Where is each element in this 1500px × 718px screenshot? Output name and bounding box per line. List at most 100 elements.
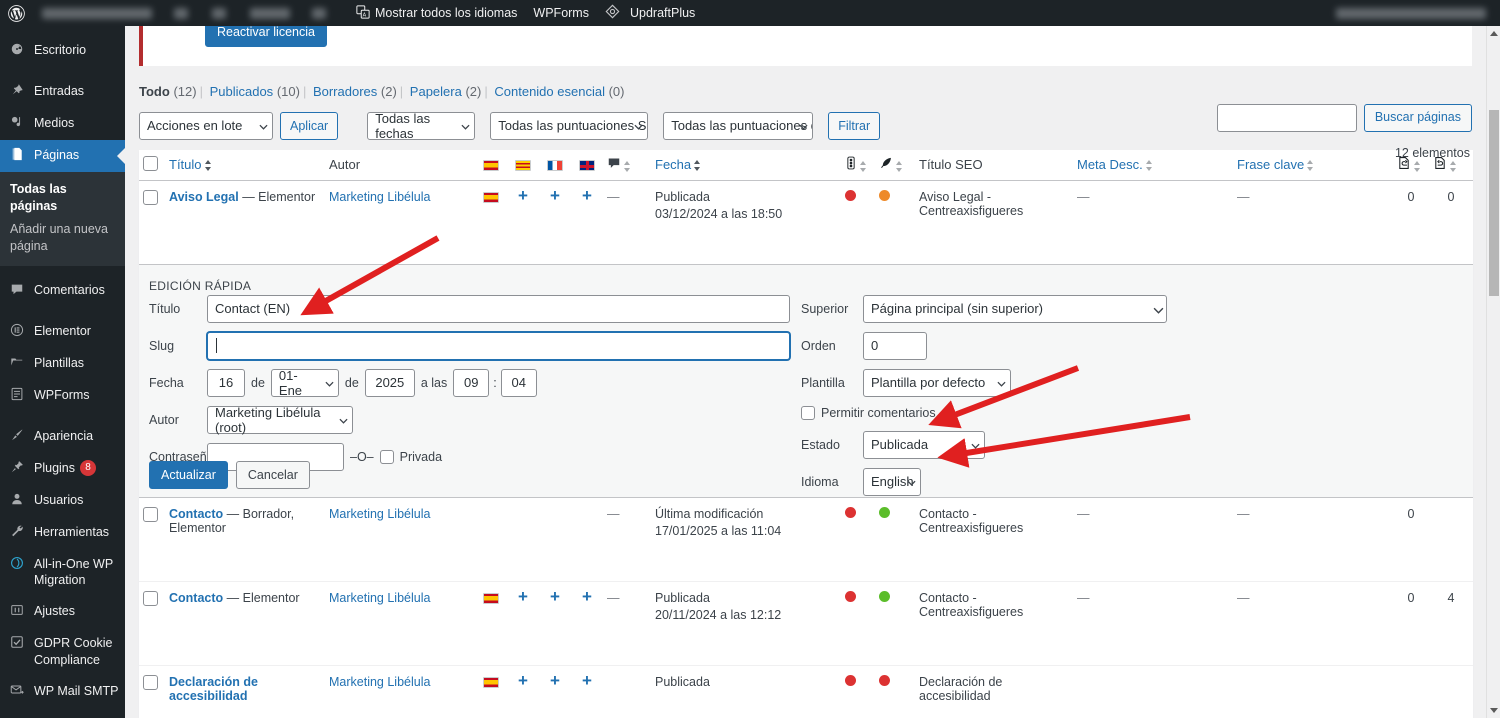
row-title-link[interactable]: Contacto bbox=[169, 591, 223, 605]
admin-bar-item-updraftplus[interactable]: UpdraftPlus bbox=[597, 0, 703, 26]
sidebar-item-plantillas[interactable]: Plantillas bbox=[0, 348, 125, 380]
row-lang-es-cell[interactable] bbox=[475, 180, 507, 264]
quick-edit-author-select[interactable]: Marketing Libélula (root) bbox=[207, 406, 353, 434]
row-title-cell[interactable]: Declaración de accesibilidad bbox=[165, 665, 325, 718]
row-author-link[interactable]: Marketing Libélula bbox=[329, 675, 430, 689]
sidebar-item-paginas[interactable]: Páginas bbox=[0, 140, 125, 172]
col-date-label[interactable]: Fecha bbox=[655, 157, 691, 172]
row-select-checkbox[interactable] bbox=[143, 190, 158, 205]
scroll-up-arrow-icon[interactable] bbox=[1490, 31, 1498, 36]
row-lang-fr-cell[interactable]: + bbox=[539, 180, 571, 264]
row-title-link[interactable]: Contacto bbox=[169, 507, 223, 521]
row-lang-ca-cell[interactable]: + bbox=[507, 180, 539, 264]
sort-arrows-icon[interactable] bbox=[623, 161, 631, 172]
sort-arrows-icon[interactable] bbox=[1449, 161, 1457, 172]
quick-edit-order-input[interactable] bbox=[863, 332, 927, 360]
quick-edit-language-select-wrap[interactable]: English bbox=[863, 468, 921, 496]
view-papelera-label[interactable]: Papelera bbox=[410, 84, 462, 99]
sidebar-item-usuarios[interactable]: Usuarios bbox=[0, 485, 125, 517]
row-author-cell[interactable]: Marketing Libélula bbox=[325, 180, 475, 264]
sidebar-item-medios[interactable]: Medios bbox=[0, 108, 125, 140]
search-input[interactable] bbox=[1217, 104, 1357, 132]
quick-edit-status-select[interactable]: Publicada bbox=[863, 431, 985, 459]
sidebar-item-wp-mail-smtp[interactable]: WP Mail SMTP bbox=[0, 676, 125, 708]
quick-edit-month-select[interactable]: 01-Ene bbox=[271, 369, 339, 397]
quick-edit-language-select[interactable]: English bbox=[863, 468, 921, 496]
row-title-link[interactable]: Declaración de accesibilidad bbox=[169, 675, 258, 703]
view-todo-label[interactable]: Todo bbox=[139, 84, 170, 99]
col-keyphrase-label[interactable]: Frase clave bbox=[1237, 157, 1304, 172]
sidebar-item-gdpr-cookie-compliance[interactable]: GDPR Cookie Compliance bbox=[0, 628, 125, 676]
readability-filter-wrap[interactable]: Todas las puntuaciones de bbox=[663, 112, 813, 140]
quick-edit-allow-comments-checkbox[interactable] bbox=[801, 406, 815, 420]
row-lang-fr-cell[interactable]: + bbox=[539, 665, 571, 718]
row-checkbox-cell[interactable] bbox=[139, 497, 165, 581]
sidebar-item-wpforms[interactable]: WPForms bbox=[0, 380, 125, 412]
quick-edit-title-input[interactable] bbox=[207, 295, 790, 323]
row-select-checkbox[interactable] bbox=[143, 675, 158, 690]
quick-edit-author-select-wrap[interactable]: Marketing Libélula (root) bbox=[207, 406, 353, 434]
quick-edit-template-select[interactable]: Plantilla por defecto bbox=[863, 369, 1011, 397]
row-lang-ca-cell[interactable]: + bbox=[507, 581, 539, 665]
bulk-actions-select[interactable]: Acciones en lote bbox=[139, 112, 273, 140]
add-translation-en-icon[interactable]: + bbox=[582, 671, 592, 690]
row-title-cell[interactable]: Contacto — Borrador, Elementor bbox=[165, 497, 325, 581]
quick-edit-parent-select-wrap[interactable]: Página principal (sin superior) bbox=[863, 295, 1167, 323]
wordpress-logo-icon[interactable] bbox=[0, 0, 34, 26]
view-borradores-label[interactable]: Borradores bbox=[313, 84, 377, 99]
add-translation-fr-icon[interactable]: + bbox=[550, 186, 560, 205]
quick-edit-year-input[interactable] bbox=[365, 369, 415, 397]
quick-edit-date-day-input[interactable] bbox=[207, 369, 245, 397]
row-select-checkbox[interactable] bbox=[143, 507, 158, 522]
filter-button[interactable]: Filtrar bbox=[828, 112, 880, 140]
row-author-cell[interactable]: Marketing Libélula bbox=[325, 581, 475, 665]
seo-score-filter-select[interactable]: Todas las puntuaciones SEO bbox=[490, 112, 648, 140]
row-checkbox-cell[interactable] bbox=[139, 180, 165, 264]
row-lang-en-cell[interactable]: + bbox=[571, 665, 603, 718]
col-title[interactable]: Título bbox=[165, 150, 325, 180]
col-lang-en[interactable] bbox=[571, 150, 603, 180]
sidebar-submenu-paginas[interactable]: Todas las páginas Añadir una nueva págin… bbox=[0, 172, 125, 266]
dates-filter-wrap[interactable]: Todas las fechas bbox=[367, 111, 475, 140]
col-seo-score[interactable] bbox=[841, 150, 875, 180]
quick-edit-private-checkbox[interactable] bbox=[380, 450, 394, 464]
row-author-cell[interactable]: Marketing Libélula bbox=[325, 497, 475, 581]
add-translation-ca-icon[interactable]: + bbox=[518, 671, 528, 690]
quick-edit-parent-select[interactable]: Página principal (sin superior) bbox=[863, 295, 1167, 323]
row-lang-en-cell[interactable]: + bbox=[571, 180, 603, 264]
table-row[interactable]: Declaración de accesibilidad Marketing L… bbox=[139, 665, 1473, 718]
sort-arrows-icon[interactable] bbox=[1145, 160, 1153, 171]
add-translation-en-icon[interactable]: + bbox=[582, 186, 592, 205]
table-row[interactable]: Contacto — Elementor Marketing Libélula … bbox=[139, 581, 1473, 665]
quick-edit-status-select-wrap[interactable]: Publicada bbox=[863, 431, 985, 459]
quick-edit-cancel-button[interactable]: Cancelar bbox=[236, 461, 310, 490]
table-row[interactable]: Contacto — Borrador, Elementor Marketing… bbox=[139, 497, 1473, 581]
row-author-link[interactable]: Marketing Libélula bbox=[329, 190, 430, 204]
bulk-actions-select-wrap[interactable]: Acciones en lote bbox=[139, 112, 273, 140]
sidebar-item-ajustes[interactable]: Ajustes bbox=[0, 596, 125, 628]
sidebar-item-escritorio[interactable]: Escritorio bbox=[0, 35, 125, 67]
seo-score-filter-wrap[interactable]: Todas las puntuaciones SEO bbox=[490, 112, 648, 140]
sort-arrows-icon[interactable] bbox=[1306, 160, 1314, 171]
sidebar-item-apariencia[interactable]: Apariencia bbox=[0, 421, 125, 453]
col-title-label[interactable]: Título bbox=[169, 157, 202, 172]
row-checkbox-cell[interactable] bbox=[139, 581, 165, 665]
quick-edit-update-button[interactable]: Actualizar bbox=[149, 461, 228, 490]
col-select-all[interactable] bbox=[139, 150, 165, 180]
sort-arrows-icon[interactable] bbox=[895, 161, 903, 172]
row-author-link[interactable]: Marketing Libélula bbox=[329, 507, 430, 521]
view-contenido-esencial-label[interactable]: Contenido esencial bbox=[494, 84, 605, 99]
view-publicados-label[interactable]: Publicados bbox=[210, 84, 274, 99]
col-lang-ca[interactable] bbox=[507, 150, 539, 180]
col-keyphrase[interactable]: Frase clave bbox=[1233, 150, 1393, 180]
dates-filter-select[interactable]: Todas las fechas bbox=[367, 112, 475, 140]
row-checkbox-cell[interactable] bbox=[139, 665, 165, 718]
sidebar-item-plugins[interactable]: Plugins8 bbox=[0, 453, 125, 485]
add-translation-ca-icon[interactable]: + bbox=[518, 186, 528, 205]
select-all-checkbox[interactable] bbox=[143, 156, 158, 171]
scroll-down-arrow-icon[interactable] bbox=[1490, 708, 1498, 713]
sidebar-item-comentarios[interactable]: Comentarios bbox=[0, 275, 125, 307]
row-lang-fr-cell[interactable]: + bbox=[539, 581, 571, 665]
admin-bar-item-languages[interactable]: A Mostrar todos los idiomas bbox=[348, 0, 525, 26]
col-date[interactable]: Fecha bbox=[651, 150, 841, 180]
